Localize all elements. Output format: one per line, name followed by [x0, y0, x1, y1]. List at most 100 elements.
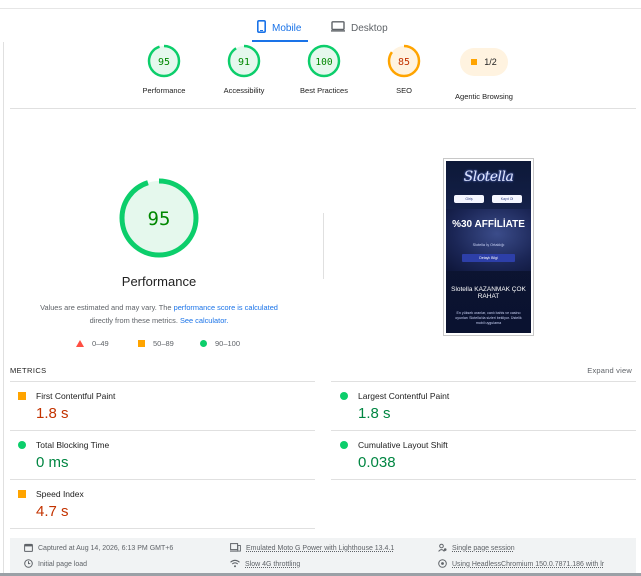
footer-device: Emulated Moto G Power with Lighthouse 13… [230, 543, 394, 554]
session-text[interactable]: Single page session [452, 545, 515, 552]
footer-throttle: Slow 4G throttling [230, 559, 300, 570]
top-divider [0, 8, 641, 9]
tab-mobile[interactable]: Mobile [257, 14, 309, 42]
desktop-icon [331, 21, 345, 35]
gauge-ring-accessibility: 91 [227, 44, 261, 78]
mobile-icon [257, 20, 267, 36]
agentic-browsing-badge: 1/2 [460, 48, 508, 76]
agentic-browsing-score: 1/2 [484, 57, 497, 67]
person-icon [438, 543, 447, 554]
performance-score-link[interactable]: performance score is calculated [174, 303, 278, 312]
metric-name: First Contentful Paint [36, 391, 116, 401]
gauge-label-seo: SEO [396, 86, 412, 95]
metrics-header: METRICS Expand view [10, 364, 632, 378]
metric-value: 4.7 s [36, 503, 69, 520]
gauge-score-seo: 85 [398, 57, 410, 68]
pass-circle-icon [340, 441, 348, 449]
metric-name: Speed Index [36, 489, 84, 499]
metric-value: 1.8 s [358, 405, 391, 422]
tab-desktop[interactable]: Desktop [331, 14, 401, 42]
footer-captured: Captured at Aug 14, 2026, 6:13 PM GMT+6 [24, 543, 173, 554]
gauge-agentic-browsing[interactable]: 1/2 Agentic Browsing [439, 44, 529, 101]
chromium-icon [438, 559, 447, 570]
metrics-divider [331, 381, 636, 382]
gauge-ring-seo: 85 [387, 44, 421, 78]
gauge-performance[interactable]: 95 Performance [119, 44, 209, 95]
tab-desktop-label: Desktop [351, 22, 388, 34]
gauge-score-accessibility: 91 [238, 57, 250, 68]
performance-score: 95 [148, 208, 171, 230]
note-text-prefix: Values are estimated and may vary. The [40, 303, 174, 312]
expand-view-toggle[interactable]: Expand view [587, 366, 632, 375]
site-hero-subtitle: Slotella İş Ortaklığı [472, 243, 505, 247]
runtime-settings: Captured at Aug 14, 2026, 6:13 PM GMT+6 … [10, 538, 636, 576]
gauge-label-accessibility: Accessibility [223, 86, 265, 95]
active-tab-indicator [252, 40, 308, 42]
legend-average: 50–89 [138, 339, 174, 348]
metric-largest-contentful-paint: Largest Contentful Paint 1.8 s [340, 391, 630, 439]
see-calculator-link[interactable]: See calculator. [180, 316, 228, 325]
gauge-ring-best-practices: 100 [307, 44, 341, 78]
throttle-text[interactable]: Slow 4G throttling [245, 561, 300, 568]
metric-name: Largest Contentful Paint [358, 391, 450, 401]
pass-circle-icon [200, 340, 207, 347]
captured-text: Captured at Aug 14, 2026, 6:13 PM GMT+6 [38, 545, 174, 552]
gauge-ring-performance: 95 [147, 44, 181, 78]
screenshot-content: Slotella Giriş Kayıt Ol %30 AFFİLİATE Sl… [446, 161, 531, 333]
performance-title: Performance [121, 274, 197, 289]
legend-fail-label: 0–49 [92, 339, 109, 348]
metric-cumulative-layout-shift: Cumulative Layout Shift 0.038 [340, 440, 630, 488]
tab-mobile-label: Mobile [272, 22, 302, 34]
device-tabs: Mobile Desktop [0, 14, 641, 42]
gauge-label-performance: Performance [142, 86, 186, 95]
clock-icon [24, 559, 33, 570]
metric-speed-index: Speed Index 4.7 s [18, 489, 308, 537]
footer-session: Single page session [438, 543, 515, 554]
average-square-icon [18, 392, 26, 400]
browser-text[interactable]: Using HeadlessChromium 150.0.7871.186 wi… [452, 561, 604, 568]
site-hero-headline: %30 AFFİLİATE [452, 219, 525, 230]
footer-browser: Using HeadlessChromium 150.0.7871.186 wi… [438, 559, 604, 570]
fail-triangle-icon [76, 340, 84, 347]
pass-circle-icon [340, 392, 348, 400]
metric-name: Cumulative Layout Shift [358, 440, 448, 450]
gauge-score-best-practices: 100 [315, 57, 332, 68]
section-divider [10, 108, 636, 109]
site-logo: Slotella [463, 169, 514, 185]
legend-average-label: 50–89 [153, 339, 174, 348]
average-square-icon [471, 59, 478, 65]
gauge-seo[interactable]: 85 SEO [359, 44, 449, 95]
performance-summary: 95 Performance Values are estimated and … [20, 176, 298, 327]
gauge-label-best-practices: Best Practices [300, 86, 348, 95]
legend-pass: 90–100 [200, 339, 240, 348]
final-screenshot[interactable]: Slotella Giriş Kayıt Ol %30 AFFİLİATE Sl… [443, 158, 534, 336]
site-register-button: Kayıt Ol [492, 195, 522, 203]
performance-gauge: 95 [119, 178, 199, 258]
wifi-icon [230, 559, 240, 570]
legend-fail: 0–49 [76, 339, 109, 348]
note-text-middle: directly from these metrics. [89, 316, 180, 325]
metric-total-blocking-time: Total Blocking Time 0 ms [18, 440, 308, 488]
load-text: Initial page load [38, 561, 88, 568]
left-edge-rule [3, 42, 4, 576]
site-section-text: En yüksek oranlar, canlı bahis ve casino… [455, 311, 522, 325]
vertical-divider [323, 213, 324, 279]
gauge-best-practices[interactable]: 100 Best Practices [279, 44, 369, 95]
device-text[interactable]: Emulated Moto G Power with Lighthouse 13… [246, 545, 394, 552]
footer-load: Initial page load [24, 559, 87, 570]
gauge-accessibility[interactable]: 91 Accessibility [199, 44, 289, 95]
calendar-icon [24, 543, 33, 554]
category-gauges: 95 Performance 91 Accessibility 100 Best… [0, 44, 641, 104]
metric-value: 1.8 s [36, 405, 69, 422]
site-login-button: Giriş [454, 195, 484, 203]
pass-circle-icon [18, 441, 26, 449]
gauge-label-agentic-browsing: Agentic Browsing [455, 92, 513, 101]
performance-note: Values are estimated and may vary. The p… [20, 301, 298, 327]
metrics-title: METRICS [10, 366, 47, 375]
average-square-icon [138, 340, 145, 347]
metric-value: 0.038 [358, 454, 396, 471]
legend-pass-label: 90–100 [215, 339, 241, 348]
score-legend: 0–49 50–89 90–100 [76, 339, 276, 351]
metrics-divider [10, 381, 315, 382]
gauge-score-performance: 95 [158, 57, 170, 68]
